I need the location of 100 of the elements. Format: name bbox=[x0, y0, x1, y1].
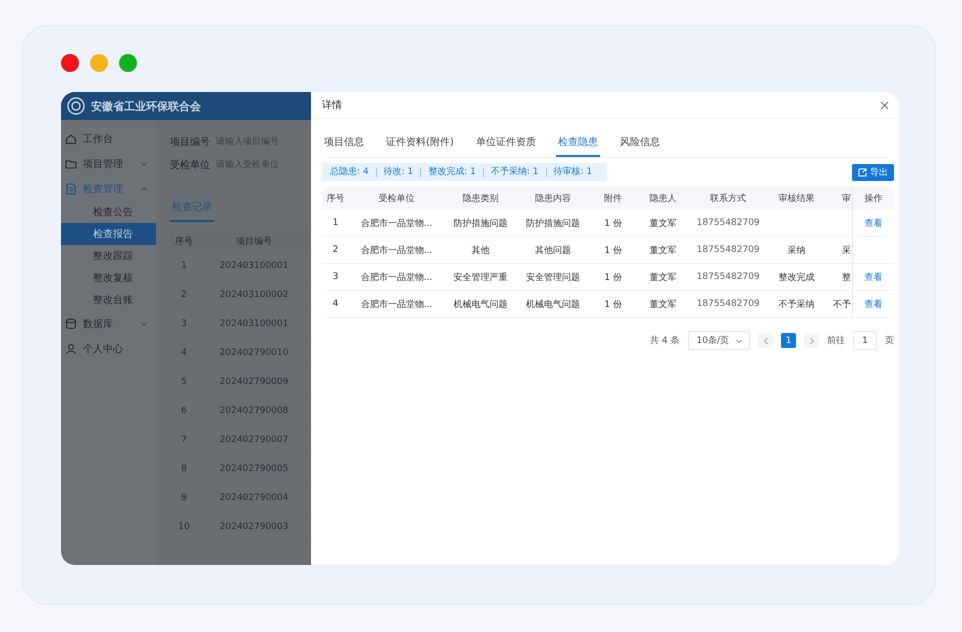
table-cell: 18755482709 bbox=[696, 299, 760, 309]
nav-item[interactable]: 项目管理 bbox=[61, 151, 156, 176]
table-cell: 安全管理严重 bbox=[454, 272, 508, 282]
table-cell: 机械电气问题 bbox=[454, 300, 508, 310]
maximize-icon[interactable] bbox=[119, 54, 137, 72]
table-cell: 1 bbox=[332, 218, 338, 228]
column-header: 隐患类别 bbox=[444, 187, 517, 210]
chevron-right-icon bbox=[808, 336, 814, 344]
table-cell: 其他 bbox=[472, 246, 490, 256]
tab[interactable]: 项目信息 bbox=[322, 133, 366, 157]
column-header: 操作 bbox=[852, 187, 894, 210]
close-icon[interactable] bbox=[61, 54, 79, 72]
table-cell: 4 bbox=[170, 338, 198, 368]
column-header: 审核结果 bbox=[768, 187, 826, 210]
table-cell: 5 bbox=[170, 368, 198, 396]
table-cell: 9 bbox=[170, 484, 198, 512]
caret-icon bbox=[140, 160, 148, 168]
nav-subitem[interactable]: 检查报告 bbox=[61, 223, 156, 245]
table-cell: 董文军 bbox=[649, 272, 676, 282]
table-cell: 1 bbox=[170, 252, 198, 280]
table-cell: 1 份 bbox=[604, 272, 622, 282]
table-cell: 202403100002 bbox=[198, 280, 310, 310]
table-cell: 安全管理问题 bbox=[526, 272, 580, 282]
field-label: 项目编号 bbox=[170, 136, 210, 148]
home-icon bbox=[65, 132, 77, 144]
table-cell: 202402790005 bbox=[198, 454, 310, 484]
nav-item[interactable]: 个人中心 bbox=[61, 336, 156, 361]
export-button[interactable]: 导出 bbox=[852, 164, 894, 180]
tab[interactable]: 检查隐患 bbox=[556, 133, 600, 157]
table-cell: 6 bbox=[170, 396, 198, 426]
table-cell: 4 bbox=[332, 299, 338, 309]
table-cell: 2 bbox=[170, 280, 198, 310]
table-cell: 合肥市一品堂物... bbox=[360, 246, 432, 256]
view-link[interactable]: 查看 bbox=[864, 218, 882, 228]
tab[interactable]: 单位证件资质 bbox=[474, 133, 538, 157]
summary-count: 待审核: 1 bbox=[546, 168, 600, 176]
previous-page-button[interactable] bbox=[758, 333, 773, 348]
table-cell: 整改完成 bbox=[778, 272, 815, 282]
table-cell: 202403100001 bbox=[198, 252, 310, 280]
caret-icon bbox=[140, 184, 148, 192]
column-header: 序号 bbox=[322, 187, 349, 210]
table-cell: 防护措施问题 bbox=[454, 218, 508, 228]
view-link[interactable]: 查看 bbox=[864, 272, 882, 282]
table-cell: 202402790010 bbox=[198, 338, 310, 368]
table-cell: 采 bbox=[842, 246, 851, 256]
page-button[interactable]: 1 bbox=[781, 333, 796, 348]
column-header: 联系方式 bbox=[688, 187, 768, 210]
table-cell: 1 份 bbox=[604, 300, 622, 310]
table-cell: 董文军 bbox=[649, 246, 676, 256]
close-icon[interactable] bbox=[880, 100, 889, 110]
nav-subitem[interactable]: 整改跟踪 bbox=[61, 245, 156, 267]
table-cell: 18755482709 bbox=[696, 272, 760, 282]
jump-label: 前往 bbox=[827, 334, 845, 347]
page-size-select[interactable]: 10条/页 bbox=[688, 331, 750, 350]
caret-icon bbox=[140, 320, 148, 328]
column-header: 隐患人 bbox=[636, 187, 689, 210]
chevron-left-icon bbox=[762, 336, 768, 344]
table-cell: 董文军 bbox=[649, 218, 676, 228]
table-cell: 202403100001 bbox=[198, 310, 310, 338]
nav-subitem[interactable]: 检查公告 bbox=[61, 201, 156, 223]
app-title: 安徽省工业环保联合会 bbox=[91, 98, 201, 114]
user-icon bbox=[65, 342, 77, 354]
column-header: 附件 bbox=[589, 187, 637, 210]
drawer-title: 详情 bbox=[322, 98, 342, 112]
table-cell: 3 bbox=[170, 310, 198, 338]
database-icon bbox=[65, 318, 77, 330]
table-cell: 18755482709 bbox=[696, 245, 760, 255]
table-cell: 合肥市一品堂物... bbox=[360, 300, 432, 310]
export-icon bbox=[858, 168, 867, 176]
table-cell: 3 bbox=[332, 272, 338, 282]
column-header: 审 bbox=[826, 187, 852, 210]
next-page-button[interactable] bbox=[804, 333, 819, 348]
table-cell: 不予采纳 bbox=[778, 300, 815, 310]
emblem-icon bbox=[67, 97, 85, 115]
table-cell: 机械电气问题 bbox=[526, 300, 580, 310]
tab[interactable]: 风险信息 bbox=[618, 133, 662, 157]
table-cell: 202402790007 bbox=[198, 426, 310, 454]
view-link[interactable]: 查看 bbox=[864, 300, 882, 310]
column-header: 隐患内容 bbox=[516, 187, 590, 210]
page-suffix: 页 bbox=[885, 335, 894, 347]
table-cell: 1 份 bbox=[604, 218, 622, 228]
table-cell: 8 bbox=[170, 454, 198, 484]
nav-subitem[interactable]: 整改台账 bbox=[61, 289, 156, 311]
nav-item[interactable]: 数据库 bbox=[61, 311, 156, 336]
tab[interactable]: 证件资料(附件) bbox=[384, 133, 456, 157]
nav-item[interactable]: 工作台 bbox=[61, 126, 156, 151]
table-cell: 202402790009 bbox=[198, 368, 310, 396]
table-cell: 董文军 bbox=[649, 300, 676, 310]
table-cell: 防护措施问题 bbox=[526, 218, 580, 228]
minimize-icon[interactable] bbox=[90, 54, 108, 72]
total-count: 共 4 条 bbox=[650, 334, 680, 347]
page-input[interactable]: 1 bbox=[853, 331, 877, 350]
table-cell: 采纳 bbox=[788, 246, 806, 256]
caret-icon bbox=[735, 336, 743, 344]
table-cell: 202402790003 bbox=[198, 512, 310, 542]
nav-subitem[interactable]: 整改复核 bbox=[61, 267, 156, 289]
table-cell: 整 bbox=[842, 272, 851, 282]
summary-count: 总隐患: 4 bbox=[330, 168, 370, 176]
table-cell: 其他问题 bbox=[535, 246, 572, 256]
table-cell: 合肥市一品堂物... bbox=[360, 218, 432, 228]
